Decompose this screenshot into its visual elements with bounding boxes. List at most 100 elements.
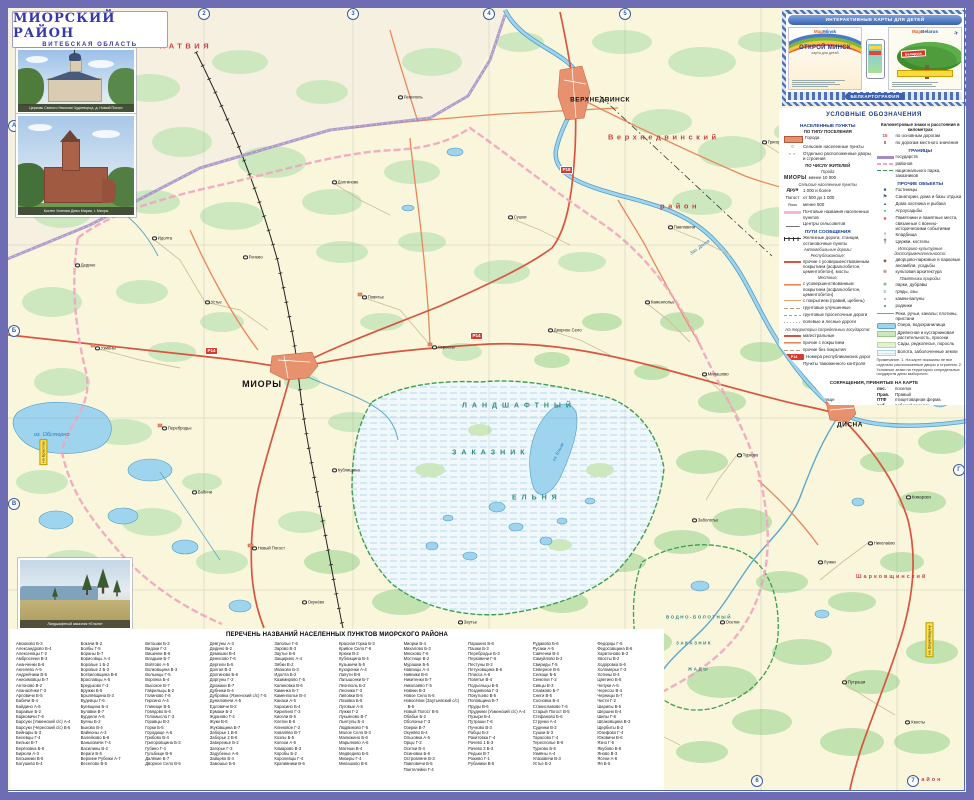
frame-right <box>966 0 974 800</box>
index-entry: Крапивники В-6 <box>274 761 335 766</box>
ad-mapminsk-panel[interactable]: MapMinsk ОТКРОЙ МИНСК карта для детей <box>788 27 862 90</box>
index-column: Ветошки Б-3Видоки Г-2Вишенки В-6Владыки … <box>145 641 206 772</box>
legend-subheader: Города <box>784 169 872 174</box>
legend-item-label: Болота, заболоченные земли <box>898 349 965 354</box>
legend-item-label: Древесная и кустарниковая растительность… <box>898 330 965 340</box>
legend-item: полевые и лесные дороги <box>784 319 872 325</box>
legend-item-label: камни-валуны <box>896 296 965 301</box>
ad-mapbelarus-panel[interactable]: MapBelarus ✈ Беларусь <box>888 27 962 90</box>
index-title: ПЕРЕЧЕНЬ НАЗВАНИЙ НАСЕЛЕННЫХ ПУНКТОВ МИО… <box>16 632 658 638</box>
legend-title: УСЛОВНЫЕ ОБОЗНАЧЕНИЯ <box>784 112 964 118</box>
legend-item: с покрытием (гравий, щебень) <box>784 298 872 304</box>
legend-item-label: 1 000 и более <box>803 188 872 193</box>
legend-item-label: Отдельно расположенные дворы и строения <box>803 151 872 161</box>
index-column: Девгуны А-3Дедино Б-2Демешки В-4Денисово… <box>210 641 271 772</box>
forest-symbol <box>877 331 896 338</box>
legend-item-label: Сады, редколесье, поросль <box>898 341 965 346</box>
cem-symbol <box>877 232 894 238</box>
legend-item-label: прочие с покрытием <box>803 340 872 345</box>
ad-body: MapMinsk ОТКРОЙ МИНСК карта для детей <box>788 27 962 90</box>
ad-header: ИНТЕРАКТИВНЫЕ КАРТЫ ДЛЯ ДЕТЕЙ <box>788 15 962 25</box>
index-entry: Милашово В-6 <box>339 761 400 766</box>
pine-tree <box>113 580 121 593</box>
legend-item-label: от 500 до 1 000 <box>803 195 872 200</box>
yards-symbol <box>784 151 801 157</box>
legend-item-label: грунтовые улучшенные <box>803 305 872 310</box>
legend-subheader: Памятники природы: <box>877 276 965 281</box>
cloud <box>28 124 52 131</box>
legend-item: государств <box>877 154 965 159</box>
agro-symbol <box>877 208 894 214</box>
uline-symbol <box>784 221 801 227</box>
settlement-index-panel: ПЕРЕЧЕНЬ НАЗВАНИЙ НАСЕЛЕННЫХ ПУНКТОВ МИО… <box>10 629 664 792</box>
legend-item: Древесная и кустарниковая растительность… <box>877 330 965 340</box>
mem-symbol <box>877 216 894 222</box>
roadR-symbol <box>784 333 801 339</box>
legend-item-label: менее 500 <box>803 202 872 207</box>
legend-subheader: Километровые знаки и расстояния в киломе… <box>877 122 965 132</box>
legend-item: гряды, озы <box>877 289 965 295</box>
legend-item: Церкви, костелы <box>877 239 965 245</box>
legend-item: прочие с усовершенствованным покрытием (… <box>784 259 872 275</box>
pine-tree <box>97 568 109 587</box>
legend-item-label: Центры сельсоветов <box>803 221 872 226</box>
kostel-tower <box>62 139 80 171</box>
mapminsk-logo: MapMinsk <box>789 29 861 34</box>
legend-item: национального парка, заказников <box>877 168 965 178</box>
legend-section-header: ПРОЧИЕ ОБЪЕКТЫ <box>877 181 965 186</box>
cult-symbol <box>877 269 894 275</box>
legend-note: Примечание. 1. На карте показаны не все … <box>877 358 965 377</box>
roadU-symbol <box>784 305 801 311</box>
title-box: МИОРСКИЙ РАЙОН ВИТЕБСКАЯ ОБЛАСТЬ <box>12 11 168 48</box>
example-symbol: 15 <box>877 133 894 139</box>
legend-item: Памятники и памятные места, связанные с … <box>877 215 965 231</box>
legend-item-label: Озера, водохранилища <box>898 322 965 327</box>
roadM-symbol <box>784 340 801 346</box>
legend-item-label: по основным дорогам <box>896 133 965 138</box>
smartphone-graphic <box>866 39 885 79</box>
legend-subheader: ПО ТИПУ ПОСЕЛЕНИЯ <box>784 129 872 134</box>
legend-item-label: Кладбища <box>896 232 965 237</box>
index-column: Авсюково Б-3Александрово Б-4Алексеевцы Г… <box>16 641 77 772</box>
ad-banner-inner: ИНТЕРАКТИВНЫЕ КАРТЫ ДЛЯ ДЕТЕЙ MapMinsk О… <box>786 14 964 102</box>
legend-item: Реки, ручьи, каналы; плотины, пристани <box>877 311 965 321</box>
legend-item: Погостот 500 до 1 000 <box>784 195 872 201</box>
search-bar-graphic <box>897 70 953 77</box>
index-entry: Яя Б-5 <box>597 761 658 766</box>
legend-item: 8по дорогам местного значения <box>877 140 965 146</box>
legend-subheader: Местные: <box>784 275 872 280</box>
legend-item-label: Санатории, дома и базы отдыха <box>896 194 965 199</box>
legend-item-label: менее 10 000 <box>809 175 872 180</box>
index-column: Заполье Г-6Зарово В-3Заутье Б-6Защирино … <box>274 641 335 772</box>
legend-item-label: Реки, ручьи, каналы; плотины, пристани <box>896 311 965 321</box>
legend-item: Центры сельсоветов <box>784 221 872 227</box>
legend-item: Озера, водохранилища <box>877 322 965 329</box>
roadR-symbol <box>784 259 801 265</box>
church-cross <box>74 50 75 54</box>
legend-item-label: районов <box>896 161 965 166</box>
belkartografia-label: БЕЛКАРТОГРАФИЯ <box>845 93 904 100</box>
spring-symbol <box>877 304 894 310</box>
san-symbol <box>877 194 894 200</box>
legend-item-label: грунтовые проселочные дороги <box>803 312 872 317</box>
legend-subheader: Сельские населенные пункты <box>784 182 872 187</box>
legend-column-right: Километровые знаки и расстояния в киломе… <box>877 120 965 377</box>
ad-poster-subtitle: карта для детей <box>789 51 861 55</box>
town-symbol <box>784 136 803 143</box>
legend-item-label: Памятники и памятные места, связанные с … <box>896 215 965 231</box>
legend-item: парки, дубравы <box>877 282 965 288</box>
index-column: Бокачи В-2Болбы Г-5Бораны Б-7Борисовцы А… <box>81 641 142 772</box>
legend-item-label: Сельские населенные пункты <box>803 144 872 149</box>
village-symbol <box>784 144 801 150</box>
frame-left <box>0 0 8 800</box>
cloud <box>88 60 114 68</box>
legend-item: Агроусадьбы <box>877 208 965 214</box>
bState-symbol <box>877 156 894 159</box>
ad-small-text <box>892 81 958 87</box>
legend-item: прочие с покрытием <box>784 340 872 346</box>
kostel-spire <box>60 130 80 142</box>
legend-item: Болота, заболоченные земли <box>877 349 965 356</box>
photo-caption: Ландшафтный заказник «Ельня» <box>20 620 130 628</box>
index-column: Рудаково Б-6Русаки А-5Савченки В-4Самуйл… <box>533 641 594 772</box>
ad-phone-wrap <box>864 27 886 90</box>
